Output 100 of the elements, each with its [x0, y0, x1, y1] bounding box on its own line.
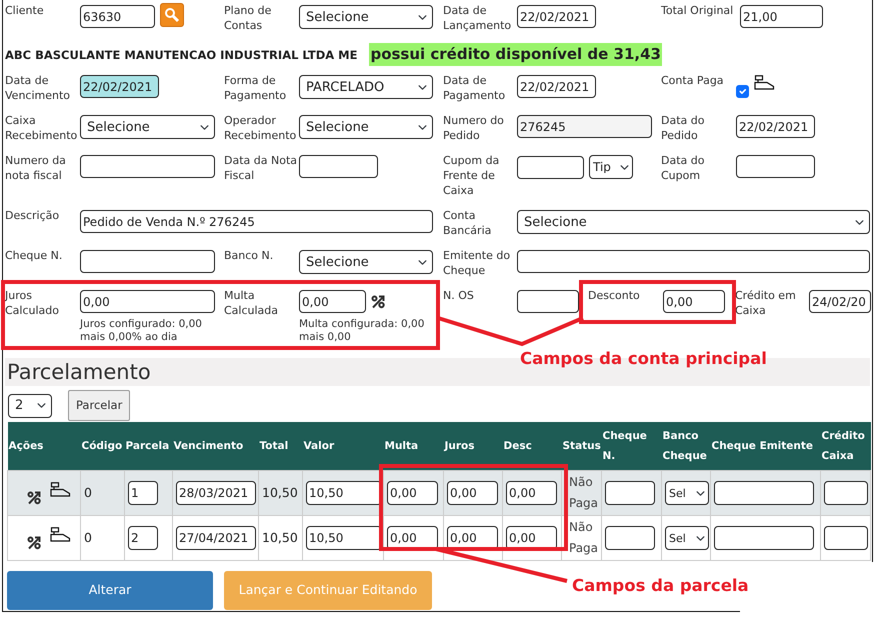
text-field[interactable]: 27/04/2021 [176, 526, 256, 550]
field-label: Data da Nota Fiscal [224, 153, 298, 183]
field-label: Juros Calculado [5, 288, 60, 318]
cash-register-icon[interactable] [50, 526, 71, 542]
field-label: Data de Pagamento [443, 73, 506, 103]
field-label: Numero do Pedido [443, 113, 505, 143]
percent-icon[interactable] [27, 534, 42, 550]
column-header: Código [80, 422, 124, 471]
company-name: ABC BASCULANTE MANUTENCAO INDUSTRIAL LTDA ME [5, 47, 358, 64]
field-label: Cheque N. [5, 248, 64, 263]
dropdown[interactable]: Selecione [299, 250, 433, 274]
column-header: Cheque Emitente [710, 422, 820, 471]
text-field[interactable]: 1 [128, 481, 158, 506]
checkbox[interactable] [736, 85, 749, 98]
text-field[interactable] [824, 481, 868, 506]
text-field[interactable]: 0,00 [387, 481, 438, 506]
field-label: Data do Cupom [661, 153, 706, 183]
text-field[interactable] [299, 155, 378, 178]
dropdown[interactable]: Sel [665, 526, 709, 550]
text-field[interactable]: Pedido de Venda N.º 276245 [80, 210, 433, 233]
text-field[interactable] [736, 155, 815, 178]
dropdown[interactable]: Selecione [517, 210, 870, 234]
help-text: Multa configurada: 0,00 mais 0,00 [299, 318, 426, 344]
column-header: Crédito Caixa [820, 422, 870, 471]
cash-register-icon[interactable] [754, 75, 775, 90]
text-field[interactable] [714, 526, 814, 550]
dropdown[interactable]: PARCELADO [299, 75, 433, 99]
column-header: Banco Cheque [662, 422, 710, 471]
annotation-label: Campos da parcela [572, 575, 749, 597]
text-field[interactable] [605, 526, 655, 550]
field-label: Conta Paga [661, 73, 725, 88]
credit-notice: possui crédito disponível de 31,43 [369, 43, 662, 66]
table-cell: 0 [84, 530, 92, 545]
text-field[interactable] [80, 250, 215, 273]
field-label: Conta Bancária [443, 208, 492, 238]
field-label: Operador Recebimento [224, 113, 298, 143]
table-cell: 10,50 [262, 530, 298, 545]
field-label: Data do Pedido [661, 113, 706, 143]
search-button[interactable] [160, 2, 184, 26]
field-label: Banco N. [224, 248, 274, 263]
text-field[interactable]: 0,00 [80, 290, 215, 313]
status-text: Não Paga [568, 519, 600, 558]
column-header: Parcela [124, 422, 172, 471]
field-label: Total Original [661, 3, 734, 18]
percent-icon[interactable] [371, 294, 386, 309]
field-label: Plano de Contas [224, 3, 272, 33]
text-field[interactable]: 22/02/2021 [736, 115, 815, 138]
text-field[interactable]: 22/02/2021 [517, 5, 596, 28]
text-field[interactable] [824, 526, 868, 550]
field-label: Multa Calculada [224, 288, 280, 318]
text-field[interactable]: 21,00 [740, 5, 823, 28]
column-header: Status [562, 422, 602, 471]
text-field[interactable]: 0,00 [663, 290, 725, 313]
text-field[interactable]: 22/02/2021 [517, 75, 596, 98]
text-field[interactable]: 28/03/2021 [176, 481, 256, 506]
field-label: Descrição [5, 208, 60, 223]
column-header: Vencimento [172, 422, 258, 471]
field-label: Crédito em Caixa [735, 288, 797, 318]
text-field[interactable] [80, 155, 215, 178]
field-label: Data de Lançamento [443, 3, 512, 33]
table-cell: 0 [84, 484, 92, 500]
column-header: Valor [302, 422, 384, 471]
text-field[interactable] [605, 481, 655, 506]
text-field[interactable]: 2 [128, 526, 158, 550]
column-header: Total [258, 422, 302, 471]
field-label: Caixa Recebimento [5, 113, 78, 143]
text-field[interactable]: 10,50 [306, 526, 382, 550]
cash-register-icon[interactable] [50, 482, 71, 497]
field-label: Desconto [588, 288, 641, 303]
text-field[interactable]: 0,00 [299, 290, 366, 313]
annotation-label: Campos da conta principal [520, 348, 767, 370]
search-icon [164, 6, 180, 22]
dropdown[interactable]: Selecione [299, 115, 433, 139]
field-label: Numero da nota fiscal [5, 153, 67, 183]
action-button[interactable]: Alterar [7, 571, 213, 610]
text-field[interactable] [517, 250, 870, 273]
field-label: Cliente [5, 3, 45, 18]
text-field[interactable]: 276245 [517, 115, 652, 138]
field-label: Data de Vencimento [5, 73, 72, 103]
text-field[interactable]: 0,00 [447, 481, 498, 506]
parcelar-button[interactable]: Parcelar [68, 390, 130, 422]
text-field[interactable]: 63630 [80, 5, 155, 28]
text-field[interactable]: 22/02/2021 [80, 75, 159, 98]
text-field[interactable] [714, 481, 814, 506]
text-field[interactable]: 10,50 [306, 481, 382, 506]
text-field[interactable]: 0,00 [506, 481, 557, 506]
status-text: Não Paga [568, 474, 600, 512]
column-header: Ações [8, 422, 80, 471]
percent-icon[interactable] [27, 490, 42, 505]
column-header: Cheque N. [602, 422, 662, 471]
text-field[interactable] [517, 290, 579, 313]
text-field[interactable] [517, 156, 584, 178]
text-field[interactable]: 24/02/20 [809, 290, 871, 313]
help-text: Juros configurado: 0,00 mais 0,00% ao dia [80, 318, 203, 344]
count-dropdown[interactable]: 2 [8, 394, 52, 418]
dropdown[interactable]: Selecione [80, 115, 215, 139]
field-label: N. OS [443, 288, 475, 303]
dropdown[interactable]: Sel [665, 481, 709, 506]
field-label: Cupom da Frente de Caixa [443, 153, 500, 198]
dropdown[interactable]: Selecione [299, 5, 433, 29]
